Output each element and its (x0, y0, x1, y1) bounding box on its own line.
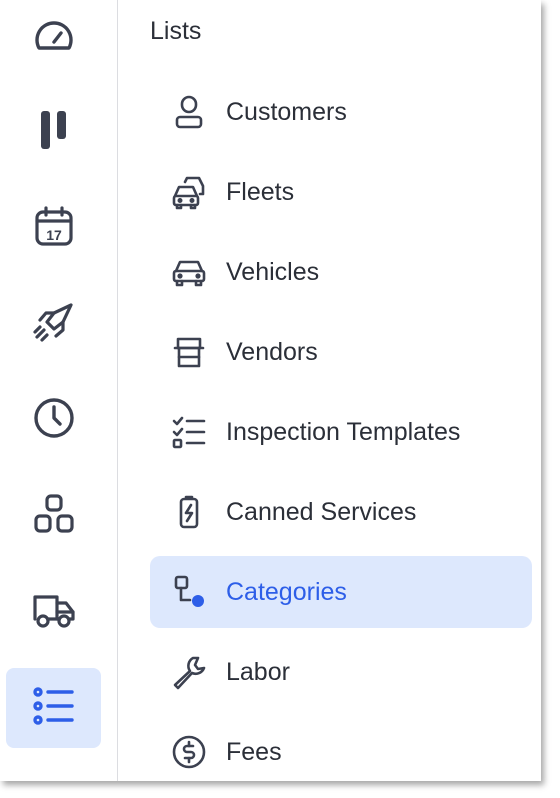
menu-item-label: Canned Services (226, 497, 417, 526)
menu-item-inspection-templates[interactable]: Inspection Templates (150, 396, 532, 468)
rail-item-inventory[interactable] (6, 476, 101, 556)
wrench-icon (171, 654, 207, 690)
calendar-day-text: 17 (46, 227, 62, 243)
fleet-cars-icon (171, 174, 207, 210)
rail-item-delivery[interactable] (6, 572, 101, 652)
calendar-icon: 17 (32, 204, 76, 253)
rail-item-board[interactable] (6, 92, 101, 172)
menu-item-fees[interactable]: Fees (150, 716, 532, 781)
icon-rail: 17 (0, 0, 118, 781)
storefront-icon (171, 334, 207, 370)
user-icon (171, 94, 207, 130)
categories-icon (171, 574, 207, 610)
dollar-circle-icon (171, 734, 207, 770)
menu-item-label: Vehicles (226, 257, 320, 286)
menu-item-label: Fees (226, 737, 282, 766)
menu-item-labor[interactable]: Labor (150, 636, 532, 708)
pause-bars-icon (32, 108, 76, 157)
rail-item-history[interactable] (6, 380, 101, 460)
rocket-icon (32, 300, 76, 349)
menu-item-label: Vendors (226, 337, 318, 366)
menu-item-categories[interactable]: Categories (150, 556, 532, 628)
checklist-icon (171, 414, 207, 450)
app-frame: 17 Lists Customers Fleets Vehicles Vendo… (0, 0, 541, 781)
clock-icon (32, 396, 76, 445)
menu-item-vehicles[interactable]: Vehicles (150, 236, 532, 308)
rail-item-lists[interactable] (6, 668, 101, 748)
truck-icon (32, 588, 76, 637)
list-icon (32, 684, 76, 733)
menu-item-fleets[interactable]: Fleets (150, 156, 532, 228)
shapes-icon (32, 492, 76, 541)
menu-item-label: Inspection Templates (226, 417, 461, 446)
menu-item-canned-services[interactable]: Canned Services (150, 476, 532, 548)
menu-item-customers[interactable]: Customers (150, 76, 532, 148)
rail-item-calendar[interactable]: 17 (6, 188, 101, 268)
battery-bolt-icon (171, 494, 207, 530)
rail-item-dashboard[interactable] (6, 0, 101, 80)
menu-item-label: Fleets (226, 177, 295, 206)
car-icon (171, 254, 207, 290)
menu-item-vendors[interactable]: Vendors (150, 316, 532, 388)
panel-title: Lists (150, 17, 202, 45)
menu-item-label: Customers (226, 97, 347, 126)
gauge-icon (32, 16, 76, 65)
menu-item-label: Labor (226, 657, 290, 686)
rail-item-launch[interactable] (6, 284, 101, 364)
lists-panel: Lists Customers Fleets Vehicles Vendors … (118, 0, 541, 781)
menu-item-label: Categories (226, 577, 347, 606)
